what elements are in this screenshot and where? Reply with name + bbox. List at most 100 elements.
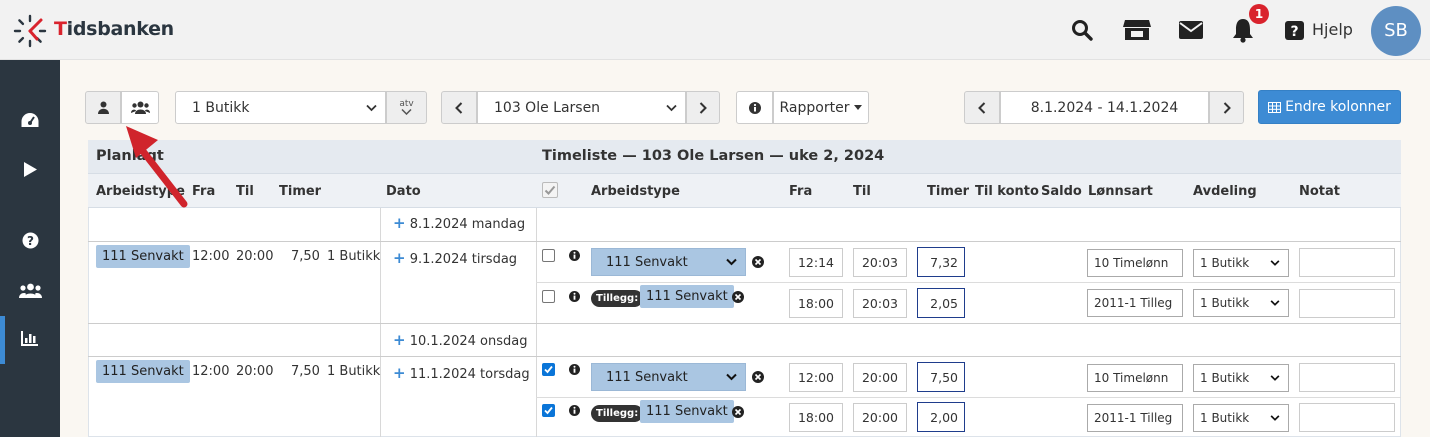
entry-checkbox[interactable] <box>542 290 555 303</box>
col-to-account: Til konto <box>975 184 1039 199</box>
entry-department-select[interactable]: 1 Butikk <box>1193 249 1289 277</box>
notification-badge: 1 <box>1249 4 1269 24</box>
entry-from-input[interactable]: 18:00 <box>789 403 843 432</box>
previous-employee-button[interactable] <box>441 91 477 124</box>
next-week-button[interactable] <box>1209 91 1244 124</box>
check-icon <box>544 406 553 415</box>
tillegg-badge: Tillegg: <box>591 290 644 307</box>
single-employee-button[interactable] <box>85 91 121 124</box>
row-divider <box>88 356 1401 357</box>
atv-label: atv <box>399 99 414 109</box>
svg-text:?: ? <box>1290 24 1298 40</box>
users-icon[interactable] <box>19 283 42 298</box>
remove-icon[interactable] <box>752 371 764 383</box>
planned-to: 20:00 <box>236 249 274 264</box>
entry-worktype-select[interactable]: 111 Senvakt <box>591 363 746 391</box>
date-range-picker[interactable]: 8.1.2024 - 14.1.2024 <box>1000 91 1209 124</box>
info-button[interactable] <box>736 91 773 124</box>
entry-from-input[interactable]: 12:14 <box>789 248 843 277</box>
play-icon[interactable] <box>23 161 38 178</box>
dashboard-icon[interactable] <box>20 111 40 129</box>
reports-label: Rapporter <box>779 99 850 116</box>
col-wage-type: Lønnsart <box>1088 184 1153 199</box>
remove-icon[interactable] <box>732 291 744 303</box>
change-columns-button[interactable]: Endre kolonner <box>1258 90 1401 124</box>
entry-department-value: 1 Butikk <box>1200 256 1250 270</box>
entry-wage-select[interactable]: 10 Timelønn <box>1087 364 1183 392</box>
entry-wage-select[interactable]: 10 Timelønn <box>1087 249 1183 277</box>
chevron-right-icon <box>1223 101 1231 114</box>
info-icon[interactable] <box>569 405 580 416</box>
plus-icon: + <box>393 249 406 267</box>
entry-hours-input[interactable]: 2,05 <box>917 288 965 318</box>
change-columns-label: Endre kolonner <box>1285 99 1391 115</box>
col-planned-hours: Timer <box>279 184 322 199</box>
chevron-down-icon <box>726 258 737 266</box>
entry-to-input[interactable]: 20:00 <box>853 403 907 432</box>
entry-wage-select[interactable]: 2011-1 Tilleg <box>1087 289 1183 317</box>
entry-checkbox-checked[interactable] <box>542 404 555 417</box>
entry-note-input[interactable] <box>1299 363 1395 392</box>
chevron-left-icon <box>455 101 463 114</box>
store-icon[interactable] <box>1122 18 1152 42</box>
entry-note-input[interactable] <box>1299 403 1395 432</box>
entry-wage-value: 10 Timelønn <box>1094 371 1169 385</box>
entry-department-value: 1 Butikk <box>1200 411 1250 425</box>
entry-from-input[interactable]: 18:00 <box>789 289 843 318</box>
store-select[interactable]: 1 Butikk <box>175 91 386 124</box>
entry-worktype-tag: 111 Senvakt <box>640 400 734 423</box>
select-all-checkbox[interactable] <box>542 182 558 198</box>
planned-department: 1 Butikk <box>327 364 381 379</box>
remove-icon[interactable] <box>752 256 764 268</box>
help-link[interactable]: Hjelp <box>1312 20 1353 39</box>
bell-icon[interactable] <box>1232 17 1254 43</box>
entry-hours-input[interactable]: 7,50 <box>917 362 965 392</box>
employee-select[interactable]: 103 Ole Larsen <box>477 91 686 124</box>
info-icon[interactable] <box>569 364 580 375</box>
entry-department-value: 1 Butikk <box>1200 296 1250 310</box>
next-employee-button[interactable] <box>686 91 720 124</box>
planned-from: 12:00 <box>192 249 230 264</box>
remove-icon[interactable] <box>732 406 744 418</box>
day-row-wednesday[interactable]: + 10.1.2024 onsdag <box>393 331 527 349</box>
day-row-tuesday[interactable]: + 9.1.2024 tirsdag <box>393 249 517 267</box>
day-date: 11.1.2024 torsdag <box>409 367 530 382</box>
chevron-down-icon <box>1270 415 1280 421</box>
help-icon[interactable]: ? <box>1285 21 1304 40</box>
question-circle-icon[interactable]: ? <box>22 232 39 249</box>
info-icon[interactable] <box>569 291 580 302</box>
col-date: Dato <box>386 184 421 199</box>
search-icon[interactable] <box>1071 19 1093 41</box>
entry-note-input[interactable] <box>1299 289 1395 318</box>
planned-department: 1 Butikk <box>327 249 381 264</box>
day-row-monday[interactable]: + 8.1.2024 mandag <box>393 214 525 232</box>
entry-to-input[interactable]: 20:03 <box>853 289 907 318</box>
report-chart-icon[interactable] <box>21 331 39 346</box>
entry-to-input[interactable]: 20:00 <box>853 363 907 392</box>
entry-to-input[interactable]: 20:03 <box>853 248 907 277</box>
entry-department-select[interactable]: 1 Butikk <box>1193 289 1289 317</box>
previous-week-button[interactable] <box>964 91 1000 124</box>
entry-checkbox[interactable] <box>542 249 555 262</box>
entry-hours-input[interactable]: 2,00 <box>917 402 965 432</box>
entry-department-select[interactable]: 1 Butikk <box>1193 364 1289 392</box>
plus-icon: + <box>393 364 406 382</box>
reports-dropdown[interactable]: Rapporter <box>773 91 869 124</box>
chevron-left-icon <box>978 101 986 114</box>
entry-hours-input[interactable]: 7,32 <box>917 247 965 277</box>
day-row-thursday[interactable]: + 11.1.2024 torsdag <box>393 364 530 382</box>
entry-department-select[interactable]: 1 Butikk <box>1193 404 1289 432</box>
info-icon[interactable] <box>569 250 580 261</box>
entry-checkbox-checked[interactable] <box>542 363 555 376</box>
day-date: 9.1.2024 tirsdag <box>409 252 518 267</box>
atv-button[interactable]: atv <box>386 91 427 124</box>
envelope-icon[interactable] <box>1178 20 1204 40</box>
entry-note-input[interactable] <box>1299 248 1395 277</box>
avatar[interactable]: SB <box>1371 6 1421 56</box>
check-icon <box>544 185 556 195</box>
entry-worktype-value: 111 Senvakt <box>606 369 688 385</box>
entry-worktype-select[interactable]: 111 Senvakt <box>591 248 746 276</box>
entry-from-input[interactable]: 12:00 <box>789 363 843 392</box>
tillegg-badge: Tillegg: <box>591 405 644 422</box>
entry-wage-select[interactable]: 2011-1 Tilleg <box>1087 404 1183 432</box>
